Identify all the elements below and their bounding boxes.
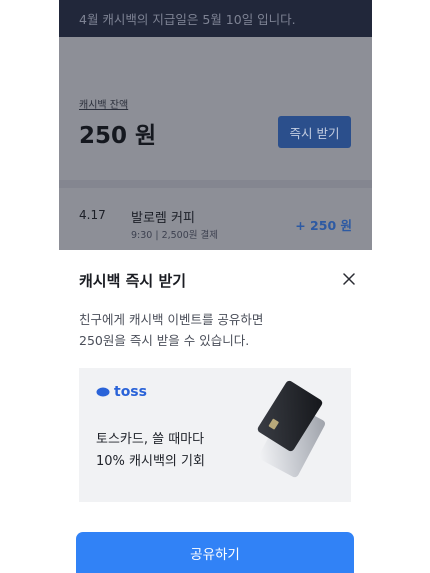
toss-logo-icon: [96, 387, 110, 397]
transaction-cashback-amount: + 250 원: [295, 218, 352, 233]
payout-date-banner: 4월 캐시백의 지급일은 5월 10일 입니다.: [59, 0, 372, 37]
promo-line-2: 10% 캐시백의 기회: [96, 454, 205, 469]
toss-logo: toss: [96, 384, 147, 400]
background-screen: 4월 캐시백의 지급일은 5월 10일 입니다. 캐시백 잔액 250 원 즉시…: [59, 0, 372, 250]
promo-line-1: 토스카드, 쓸 때마다: [96, 432, 205, 447]
description-line-1: 친구에게 캐시백 이벤트를 공유하면: [79, 312, 264, 327]
transaction-row[interactable]: 4.17 발로렘 커피 9:30 | 2,500원 결제 + 250 원: [59, 200, 372, 245]
instant-receive-button[interactable]: 즉시 받기: [278, 116, 351, 148]
share-button[interactable]: 공유하기: [76, 532, 354, 573]
sheet-title: 캐시백 즉시 받기: [79, 272, 187, 290]
sheet-description: 친구에게 캐시백 이벤트를 공유하면 250원을 즉시 받을 수 있습니다.: [79, 309, 263, 351]
cards-illustration: [257, 380, 326, 478]
description-line-2: 250원을 즉시 받을 수 있습니다.: [79, 333, 250, 348]
instant-cashback-sheet: 캐시백 즉시 받기 친구에게 캐시백 이벤트를 공유하면 250원을 즉시 받을…: [0, 250, 430, 573]
cashback-balance-label: 캐시백 잔액: [79, 100, 129, 111]
toss-logo-text: toss: [114, 384, 147, 400]
transaction-detail: 9:30 | 2,500원 결제: [131, 230, 219, 241]
close-icon[interactable]: [340, 270, 358, 288]
transaction-merchant: 발로렘 커피: [131, 211, 195, 226]
section-divider: [59, 180, 372, 188]
toss-card-promo-banner: toss 토스카드, 쓸 때마다 10% 캐시백의 기회: [79, 368, 351, 502]
transaction-date: 4.17: [79, 208, 106, 222]
cashback-balance-amount: 250 원: [79, 123, 157, 149]
